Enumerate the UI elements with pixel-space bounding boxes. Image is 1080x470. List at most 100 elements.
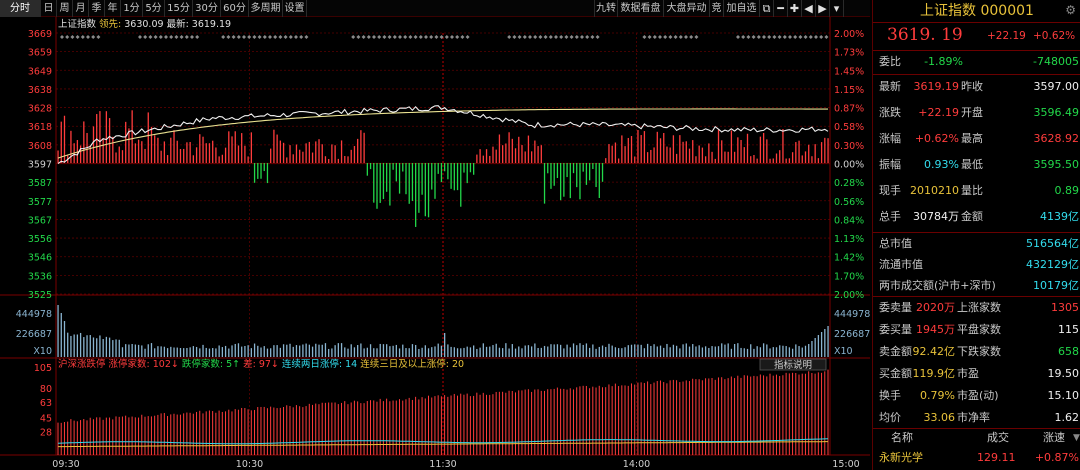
breadth-label: 上涨家数 [957,301,1001,314]
breadth-bar [469,163,472,173]
breadth-bar [708,143,710,163]
y-axis-label: 3618 [28,122,52,133]
data-board-button[interactable]: 数据看盘 [618,0,664,17]
dropdown-icon[interactable]: ▾ [830,0,844,17]
event-marker [382,35,387,39]
event-marker [403,35,408,39]
breadth-bar [685,141,687,163]
restore-icon[interactable]: ⧉ [760,0,774,17]
breadth-bar [566,163,568,178]
volume-bar [292,346,294,357]
breadth-bar [176,140,178,163]
volume-bar [585,343,588,357]
sort-arrow-icon[interactable]: ▼ [1073,430,1080,446]
volume-bar [270,348,272,357]
pct-axis-label: 1.70% [834,271,864,282]
breadth-bar [460,163,462,207]
event-marker [242,35,246,39]
period-tab-60min[interactable]: 60分 [221,0,249,17]
period-tab-quarter[interactable]: 季 [89,0,105,17]
volume-bar [76,334,79,357]
period-tab-30min[interactable]: 30分 [193,0,221,17]
event-marker [460,35,465,39]
breadth-value: 115 [1058,323,1079,336]
event-marker [148,35,153,39]
breadth-bar [302,151,304,163]
breadth-bar [795,142,797,163]
breadth-bar [772,158,774,163]
breadth-value: 119.9亿 [912,367,956,380]
period-tab-multi[interactable]: 多周期 [249,0,283,17]
add-watchlist-button[interactable]: 加自选 [724,0,760,17]
breadth-bar [215,147,217,163]
gear-icon[interactable]: ⚙ [1065,3,1076,17]
event-marker [351,35,356,39]
volume-bar [447,344,449,357]
volume-bar [318,344,320,357]
period-tab-15min[interactable]: 15分 [165,0,193,17]
breadth-bar [282,142,285,163]
breadth-label: 委卖量 [879,301,912,314]
stat-value: 3596.49 [1033,106,1080,119]
event-marker [548,35,553,39]
period-tab-5min[interactable]: 5分 [143,0,165,17]
breadth-bar [576,163,578,188]
left-arrow-icon[interactable]: ◀ [802,0,816,17]
event-marker [559,35,564,39]
period-tab-year[interactable]: 年 [105,0,121,17]
settings-tab[interactable]: 设置 [283,0,307,17]
period-tab-week[interactable]: 周 [57,0,73,17]
volume-bar [634,344,636,357]
volume-bar [311,346,314,357]
period-tab-1min[interactable]: 1分 [121,0,143,17]
volume-bar [495,343,497,357]
market-alert-button[interactable]: 大盘异动 [664,0,710,17]
auction-button[interactable]: 竞 [710,0,724,17]
col-speed: 涨速 [1043,431,1065,444]
period-tab-intraday[interactable]: 分时 [0,0,41,17]
breadth-value: 1.62 [1054,411,1080,424]
volume-bar [79,332,82,357]
event-marker [767,35,772,39]
x-axis-label: 14:00 [623,459,650,470]
pct-axis-label: 1.13% [834,234,864,245]
volume-bar [762,343,765,357]
event-marker [751,35,756,39]
period-tab-day[interactable]: 日 [41,0,57,17]
breadth-bar [260,163,262,179]
volume-bar [766,344,768,357]
volume-bar [331,348,333,357]
minus-icon[interactable]: ━ [774,0,788,17]
breadth-bar [270,148,272,163]
divider [873,22,1080,23]
breadth-bar [244,145,246,163]
breadth-bar [608,144,610,163]
volume-bar [791,348,794,357]
breadth-bar [334,145,336,163]
volume-bar [489,346,491,357]
event-marker [803,35,808,39]
volume-label: X10 [33,346,52,357]
breadth-bar [717,129,720,163]
stock-list-row[interactable]: 永新光学 129.11 +0.87% [873,448,1080,468]
panel-title: 上证指数 000001 [920,3,1034,19]
volume-bar [543,345,546,357]
volume-bar [186,347,188,357]
volume-bar [524,345,526,357]
volume-bar [379,343,381,357]
breadth-bar [154,135,156,163]
breadth-bar [299,149,301,163]
breadth-bar [386,163,388,192]
volume-bar [779,345,781,357]
period-tab-month[interactable]: 月 [73,0,89,17]
intraday-chart[interactable]: 上证指数 领先: 3630.09 最新: 3619.19 3669 3659 3649… [0,17,870,470]
right-arrow-icon[interactable]: ▶ [816,0,830,17]
volume-bar [701,347,704,357]
chart-header: 上证指数 领先: 3630.09 最新: 3619.19 [58,18,231,30]
volume-bar [444,333,446,357]
jiuzhuan-button[interactable]: 九转 [594,0,618,17]
event-marker [252,35,257,39]
volume-bar [617,348,620,357]
plus-icon[interactable]: ✚ [788,0,802,17]
event-marker [684,35,688,39]
